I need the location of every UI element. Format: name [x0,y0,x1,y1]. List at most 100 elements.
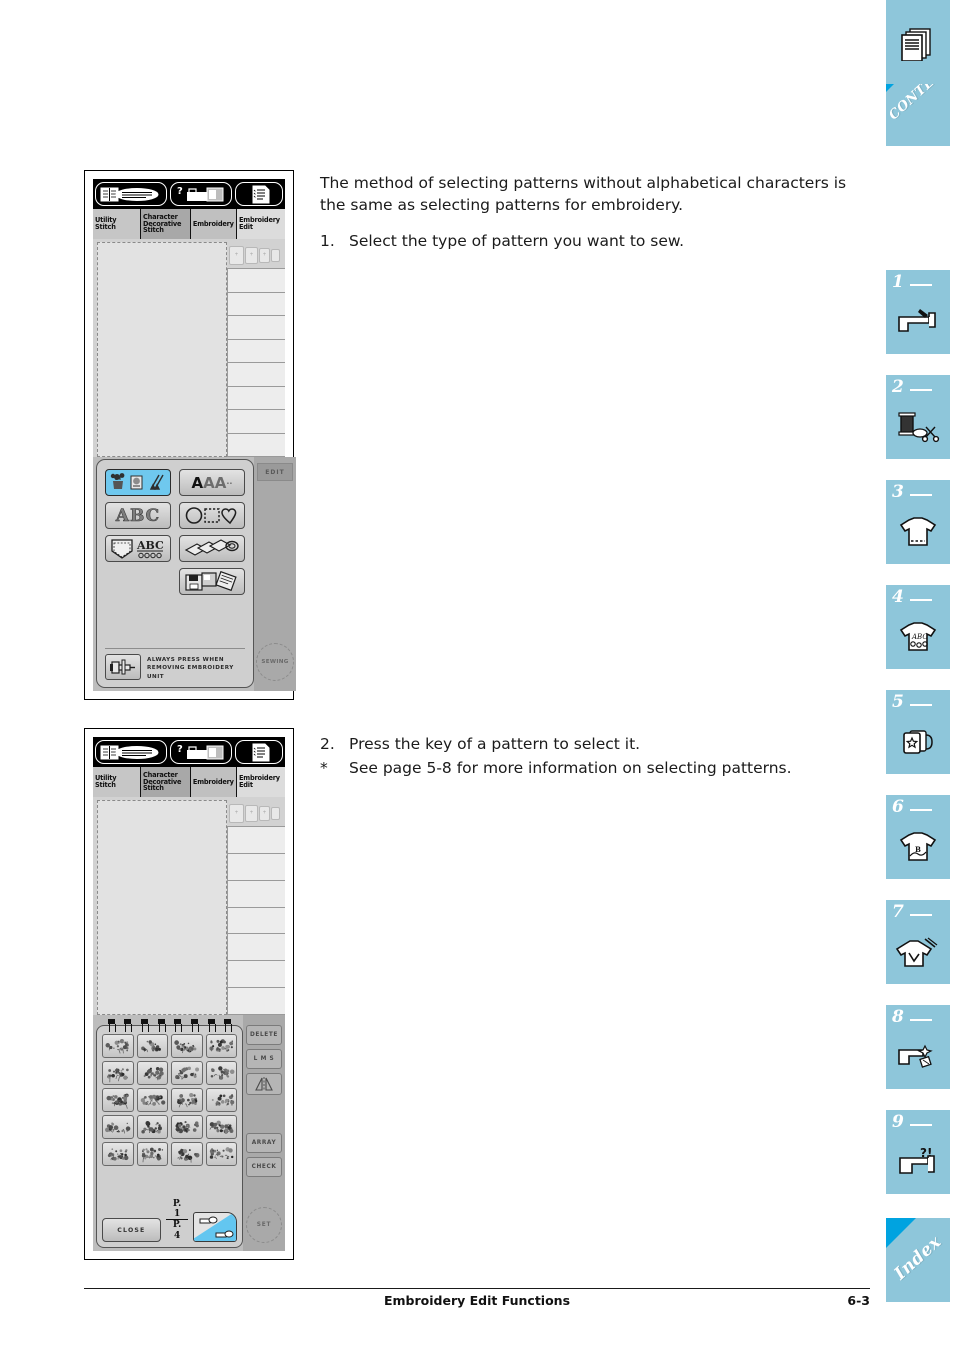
mirror-icon [255,1077,273,1091]
pattern-key[interactable] [205,1142,237,1166]
embroidery-canvas[interactable] [97,800,227,1015]
lcd1-menu-zone: AAA·· ABC ABC ALWAYS PRESS WHEN REMOVING… [93,457,296,691]
tab-embroidery-edit[interactable]: Embroidery Edit [236,767,285,797]
pattern-key[interactable] [102,1142,134,1166]
thread-color-list[interactable] [227,826,285,1015]
delete-button[interactable]: DELETE [246,1025,282,1045]
pattern-key[interactable] [102,1088,134,1112]
tab-embroidery-edit[interactable]: Embroidery Edit [236,209,285,239]
help-machine-icon[interactable]: ? [170,182,232,206]
spiral-binding [103,1019,236,1033]
rail-tab-8[interactable]: 8 [886,1005,950,1089]
rail-tab-dash [910,389,932,392]
hoop-medium-icon: + [245,804,258,822]
pattern-key[interactable] [171,1061,203,1085]
thread-color-list[interactable] [227,268,285,457]
tab-utility-stitch[interactable]: Utility Stitch [93,767,141,797]
rail-tab-5[interactable]: 5 [886,690,950,774]
menu-footer: ALWAYS PRESS WHEN REMOVING EMBROIDERY UN… [105,647,245,681]
pattern-key[interactable] [136,1034,168,1058]
edit-button[interactable]: EDIT [257,463,293,481]
bouquet-vase-icon [107,1068,129,1083]
array-button[interactable]: ARRAY [246,1133,282,1153]
sewing-button[interactable]: SEWING [256,643,294,681]
monogram-pocket-key[interactable]: ABC [105,535,171,562]
tab-character-decorative-stitch[interactable]: Character Decorative Stitch [141,209,191,239]
tab-label: Embroidery [192,219,234,228]
decorative-alphabet-key[interactable]: ABC [105,502,171,529]
help-machine-icon[interactable]: ? [170,740,232,764]
pattern-key[interactable] [171,1142,203,1166]
pattern-key[interactable] [136,1142,168,1166]
pattern-key[interactable] [205,1061,237,1085]
pattern-key[interactable] [136,1088,168,1112]
font-characters-key[interactable]: AAA·· [179,469,245,496]
small-bloom-icon [106,1093,129,1109]
tab-character-decorative-stitch[interactable]: Character Decorative Stitch [141,767,191,797]
mirror-button[interactable] [246,1073,282,1095]
pattern-key[interactable] [171,1088,203,1112]
lcd1-icon-bar: ? [93,179,285,209]
rail-tab-dash [910,284,932,287]
built-in-patterns-key[interactable] [105,469,171,496]
rail-tab-number: 5 [892,692,904,712]
manual-guide-icon[interactable] [95,182,167,206]
list-item [228,854,285,881]
tshirt-embroidery-icon: B [886,817,950,877]
pattern-key[interactable] [205,1115,237,1139]
pattern-key[interactable] [171,1115,203,1139]
embroidery-cards-key[interactable] [179,535,245,562]
rail-tab-number: 6 [892,797,904,817]
rail-tab-appendix[interactable] [886,0,950,84]
pattern-key[interactable] [102,1115,134,1139]
tab-utility-stitch[interactable]: Utility Stitch [93,209,141,239]
leaf-cluster-icon [141,1147,163,1163]
settings-list-icon[interactable] [235,740,283,764]
list-item [228,961,285,989]
pattern-key[interactable] [205,1034,237,1058]
size-lms-button[interactable]: L M S [246,1049,282,1069]
check-button[interactable]: CHECK [246,1157,282,1177]
page-indicator: P. 1 P. 4 [165,1199,189,1242]
next-page-key[interactable] [193,1212,237,1242]
pattern-key[interactable] [102,1034,134,1058]
lcd1-right-column: + + + [227,239,285,457]
close-button[interactable]: CLOSE [102,1218,161,1242]
sewing-machine-icon [886,292,950,352]
rail-tab-3[interactable]: 3 [886,480,950,564]
rail-tab-6[interactable]: 6B [886,795,950,879]
svg-text:ABC: ABC [911,633,928,641]
settings-list-icon[interactable] [235,182,283,206]
rail-tab-index[interactable]: Index [886,1218,950,1302]
pattern-type-menu: AAA·· ABC ABC ALWAYS PRESS WHEN REMOVING… [96,459,254,688]
frame-shapes-key[interactable] [179,502,245,529]
circle-square-heart-icon [185,507,237,525]
pattern-key[interactable] [205,1088,237,1112]
ring-icon [141,1019,150,1032]
list-item [228,340,285,363]
rail-tab-7[interactable]: 7 [886,900,950,984]
remove-embroidery-unit-key[interactable] [105,653,141,680]
pages-stack-icon [886,6,950,82]
rail-tab-2[interactable]: 2 [886,375,950,459]
memory-card-key[interactable] [179,568,245,595]
lcd-screen-1: ? Utility Stitch Character Decorative St… [93,179,296,691]
embroidery-canvas[interactable] [97,242,227,457]
pattern-key[interactable] [171,1034,203,1058]
manual-guide-icon[interactable] [95,740,167,764]
lcd2-icon-bar: ? [93,737,285,767]
pattern-key[interactable] [136,1061,168,1085]
rail-tab-4[interactable]: 4 ABC [886,585,950,669]
pattern-key[interactable] [102,1061,134,1085]
instructions-block-2: 2. Press the key of a pattern to select … [320,733,855,782]
set-button[interactable]: SET [246,1207,282,1243]
tab-embroidery[interactable]: Embroidery [190,767,237,797]
pattern-key[interactable] [136,1115,168,1139]
instructions-block-1: The method of selecting patterns without… [320,172,855,254]
rail-tab-9[interactable]: 9?! [886,1110,950,1194]
machine-cleaning-icon [886,1027,950,1087]
rail-tab-1[interactable]: 1 [886,270,950,354]
tab-embroidery[interactable]: Embroidery [190,209,237,239]
hoop-large-icon: + [229,245,244,265]
vine-border-2-icon [209,1120,233,1134]
